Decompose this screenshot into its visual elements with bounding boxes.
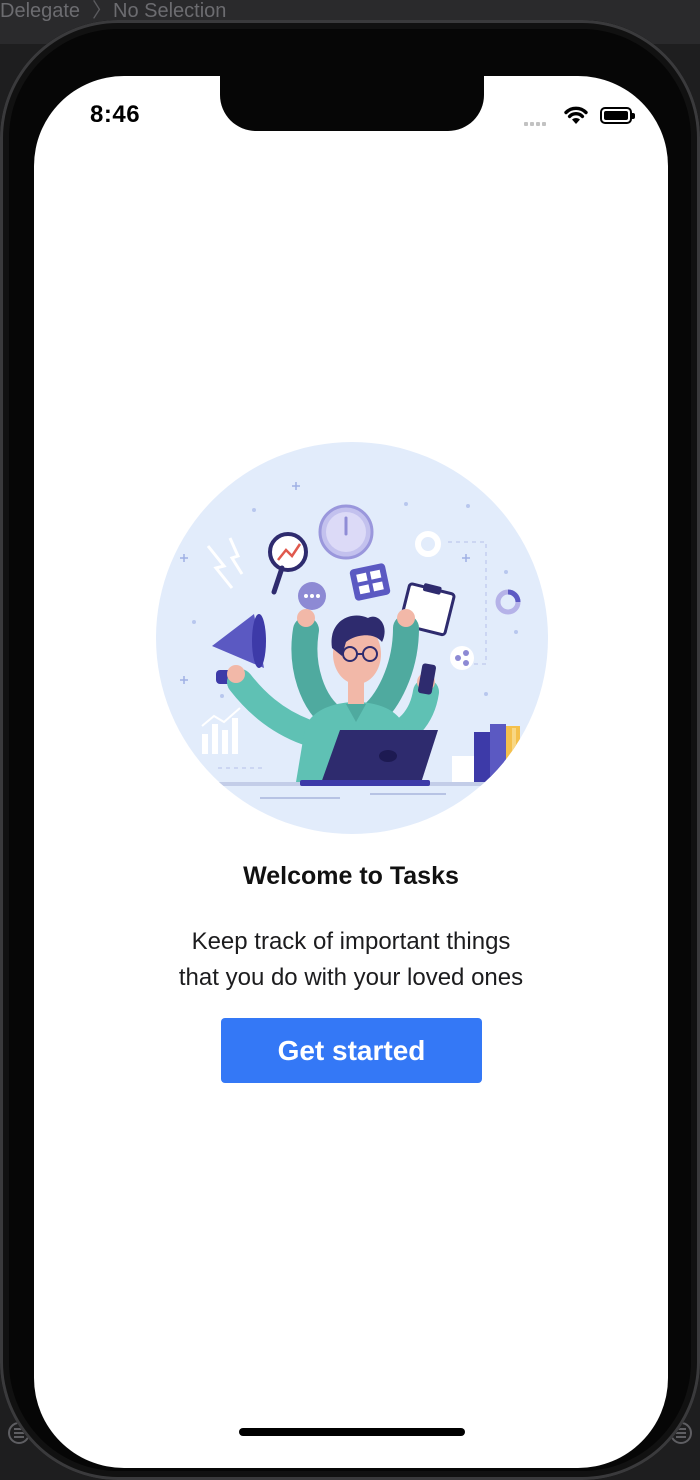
status-time: 8:46 [90, 101, 141, 128]
battery-icon [600, 107, 635, 124]
welcome-subtitle: Keep track of important things that you … [34, 924, 668, 996]
subtitle-line: that you do with your loved ones [178, 964, 524, 991]
home-indicator[interactable] [239, 1428, 465, 1436]
multitasking-person-illustration [156, 442, 548, 834]
welcome-title: Welcome to Tasks [243, 862, 459, 890]
subtitle-line: Keep track of important things [191, 928, 511, 955]
phone-screen: 8:46 Welcome to Tasks Keep track of impo… [34, 76, 668, 1468]
signal-icon [524, 116, 552, 126]
breadcrumb-left[interactable]: Delegate [0, 0, 80, 28]
get-started-button[interactable]: Get started [221, 1018, 482, 1083]
notch [220, 76, 484, 131]
wifi-icon [564, 106, 588, 124]
phone-frame: 8:46 Welcome to Tasks Keep track of impo… [0, 20, 700, 1480]
